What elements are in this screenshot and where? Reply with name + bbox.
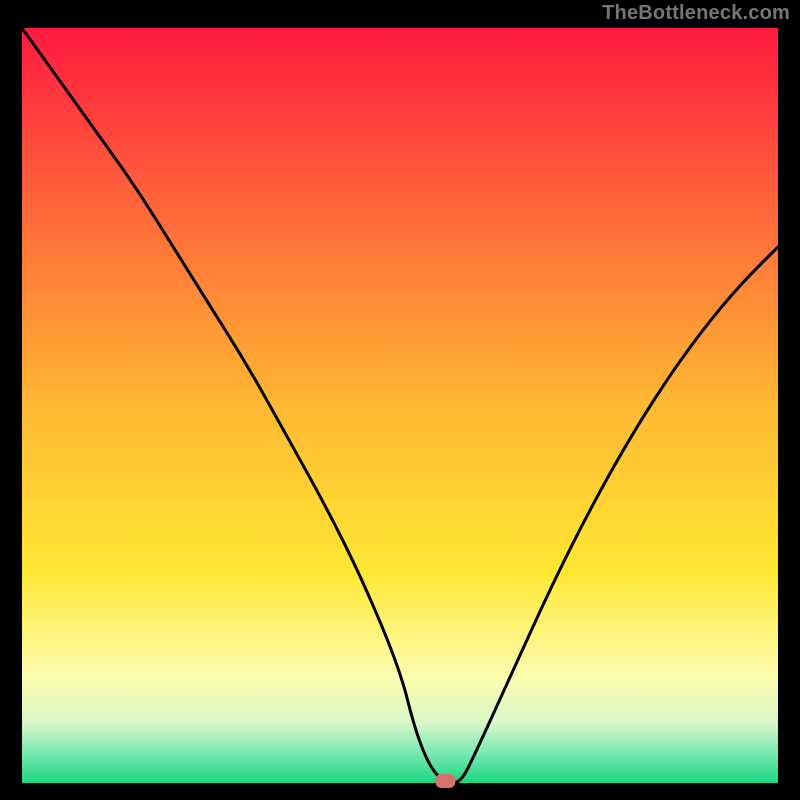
bottleneck-chart: TheBottleneck.com — [0, 0, 800, 800]
chart-canvas — [0, 0, 800, 800]
plot-frame — [0, 0, 22, 800]
plot-frame — [0, 783, 800, 800]
optimum-marker — [435, 774, 455, 788]
attribution-label: TheBottleneck.com — [602, 2, 790, 25]
plot-frame — [778, 0, 800, 800]
